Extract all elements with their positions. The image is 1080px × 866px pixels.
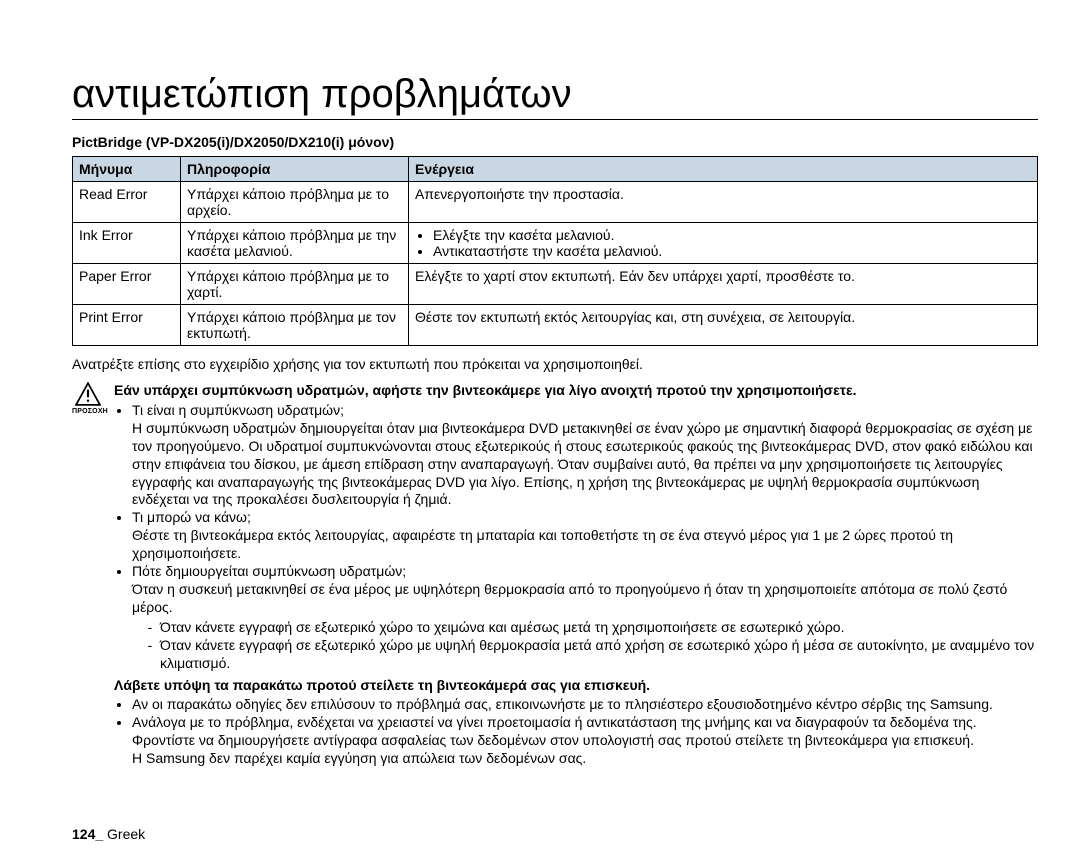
table-row: Print ErrorΥπάρχει κάποιο πρόβλημα με το… [73,305,1038,346]
cell-action: Θέστε τον εκτυπωτή εκτός λειτουργίας και… [409,305,1038,346]
cell-info: Υπάρχει κάποιο πρόβλημα με τον εκτυπωτή. [181,305,409,346]
caution-icon: ΠΡΟΣΟΧΗ [72,382,104,415]
table-row: Read ErrorΥπάρχει κάποιο πρόβλημα με το … [73,182,1038,223]
section-subheading: PictBridge (VP-DX205(i)/DX2050/DX210(i) … [72,134,1038,150]
cell-message: Paper Error [73,264,181,305]
caution-item: Τι είναι η συμπύκνωση υδρατμών;Η συμπύκν… [132,402,1038,509]
caution-item: Αν οι παρακάτω οδηγίες δεν επιλύσουν το … [132,696,1038,714]
cell-action-item: Ελέγξτε την κασέτα μελανιού. [433,227,1031,243]
caution-lead: Εάν υπάρχει συμπύκνωση υδρατμών, αφήστε … [114,382,1038,400]
caution-label: ΠΡΟΣΟΧΗ [72,408,104,415]
th-info: Πληροφορία [181,157,409,182]
caution-item: Ανάλογα με το πρόβλημα, ενδέχεται να χρε… [132,714,1038,768]
table-row: Paper ErrorΥπάρχει κάποιο πρόβλημα με το… [73,264,1038,305]
caution-subitem: Όταν κάνετε εγγραφή σε εξωτερικό χώρο με… [160,637,1038,673]
cell-message: Read Error [73,182,181,223]
page-number: 124_ Greek [72,826,145,842]
page-number-value: 124_ [72,826,103,842]
cell-action: Ελέγξτε την κασέτα μελανιού.Αντικαταστήσ… [409,223,1038,264]
table-row: Ink ErrorΥπάρχει κάποιο πρόβλημα με την … [73,223,1038,264]
cell-action: Ελέγξτε το χαρτί στον εκτυπωτή. Εάν δεν … [409,264,1038,305]
caution-lead2: Λάβετε υπόψη τα παρακάτω προτού στείλετε… [114,677,1038,695]
caution-body: Εάν υπάρχει συμπύκνωση υδρατμών, αφήστε … [114,382,1038,768]
page-title: αντιμετώπιση προβλημάτων [72,72,1038,120]
caution-item: Πότε δημιουργείται συμπύκνωση υδρατμών;Ό… [132,563,1038,672]
caution-subitem: Όταν κάνετε εγγραφή σε εξωτερικό χώρο το… [160,619,1038,637]
th-message: Μήνυμα [73,157,181,182]
cell-info: Υπάρχει κάποιο πρόβλημα με το αρχείο. [181,182,409,223]
caution-item: Τι μπορώ να κάνω;Θέστε τη βιντεοκάμερα ε… [132,509,1038,563]
th-action: Ενέργεια [409,157,1038,182]
cell-message: Print Error [73,305,181,346]
after-table-note: Ανατρέξτε επίσης στο εγχειρίδιο χρήσης γ… [72,356,1038,372]
cell-info: Υπάρχει κάποιο πρόβλημα με την κασέτα με… [181,223,409,264]
page-number-lang: Greek [107,826,145,842]
error-table: Μήνυμα Πληροφορία Ενέργεια Read ErrorΥπά… [72,156,1038,346]
cell-action-item: Αντικαταστήστε την κασέτα μελανιού. [433,243,1031,259]
cell-message: Ink Error [73,223,181,264]
cell-info: Υπάρχει κάποιο πρόβλημα με το χαρτί. [181,264,409,305]
cell-action: Απενεργοποιήστε την προστασία. [409,182,1038,223]
